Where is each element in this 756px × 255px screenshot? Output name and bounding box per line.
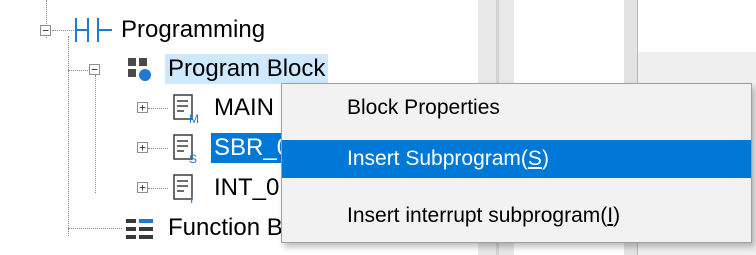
menu-item-insert-subprogram[interactable]: Insert Subprogram(S) xyxy=(282,140,751,178)
interrupt-icon: I xyxy=(173,174,193,205)
menu-item-insert-interrupt-subprogram[interactable]: Insert interrupt subprogram(I) xyxy=(282,197,751,235)
program-block-icon xyxy=(128,58,151,81)
tree-item-int0[interactable]: INT_0 xyxy=(211,173,282,203)
tree-item-main[interactable]: MAIN xyxy=(211,93,277,123)
icon-letter: S xyxy=(189,152,197,165)
main-program-icon: M xyxy=(173,94,199,125)
tree-connector xyxy=(95,75,96,193)
subroutine-icon: S xyxy=(173,134,197,165)
tree-connector xyxy=(68,228,122,229)
tree-connector xyxy=(148,108,168,109)
tree-connector xyxy=(68,36,69,236)
tree-item-program-block[interactable]: Program Block xyxy=(165,54,329,84)
ladder-logic-icon xyxy=(75,18,112,42)
icon-letter: M xyxy=(189,112,199,125)
expand-toggle-int0[interactable]: + xyxy=(137,182,148,193)
tree-item-programming[interactable]: Programming xyxy=(118,15,268,45)
tree-connector xyxy=(52,30,74,31)
tree-connector xyxy=(148,148,168,149)
icon-letter: I xyxy=(190,192,193,205)
menu-item-block-properties[interactable]: Block Properties xyxy=(282,89,751,127)
function-block-icon xyxy=(126,219,153,239)
expand-toggle-sbr0[interactable]: + xyxy=(137,142,148,153)
context-menu: Block Properties Insert Subprogram(S) In… xyxy=(281,83,752,243)
collapse-toggle-programming[interactable]: − xyxy=(40,25,51,36)
editor-header xyxy=(638,0,756,52)
tree-connector xyxy=(68,70,88,71)
tree-connector xyxy=(148,188,168,189)
expand-toggle-main[interactable]: + xyxy=(137,102,148,113)
project-tree-window: − Programming − Program Block + M MAIN +… xyxy=(0,0,756,255)
collapse-toggle-program-block[interactable]: − xyxy=(89,64,100,75)
